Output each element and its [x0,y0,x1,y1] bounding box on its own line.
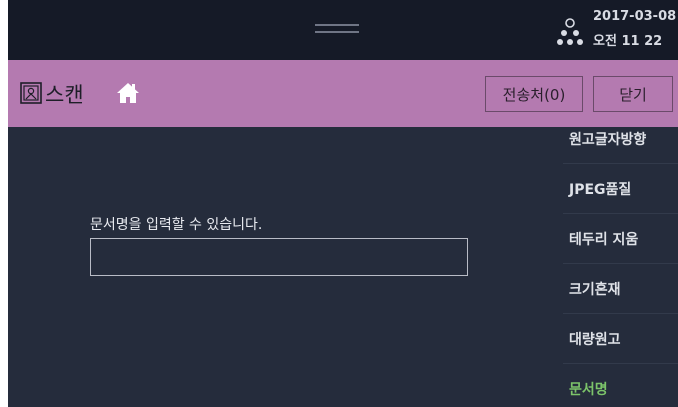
menu-item-orientation[interactable]: 원고글자방향 [563,114,678,164]
scan-app-icon [20,82,42,104]
side-menu: 원고글자방향 JPEG품질 테두리 지움 크기혼재 대량원고 문서명 [563,127,678,407]
menu-item-jpeg-quality[interactable]: JPEG품질 [563,164,678,214]
network-status-icon [557,18,583,45]
status-time: 오전 11 22 [593,34,663,49]
home-icon[interactable] [116,82,140,104]
menu-item-mixed-size[interactable]: 크기혼재 [563,264,678,314]
status-bar: 2017-03-08 오전 11 22 [8,0,678,60]
doc-name-input[interactable] [90,238,468,276]
doc-name-label: 문서명을 입력할 수 있습니다. [90,217,263,233]
status-date: 2017-03-08 [593,9,677,24]
page-title: 스캔 [45,83,84,107]
scan-screen: 2017-03-08 오전 11 22 스캔 전송처(0) 닫기 문서명을 입력… [8,0,678,407]
menu-item-bulk-original[interactable]: 대량원고 [563,314,678,364]
menu-item-doc-name[interactable]: 문서명 [563,364,678,407]
drag-handle[interactable] [315,24,359,33]
close-button[interactable]: 닫기 [593,76,673,112]
menu-item-edge-erase[interactable]: 테두리 지움 [563,214,678,264]
destination-button[interactable]: 전송처(0) [485,76,583,112]
